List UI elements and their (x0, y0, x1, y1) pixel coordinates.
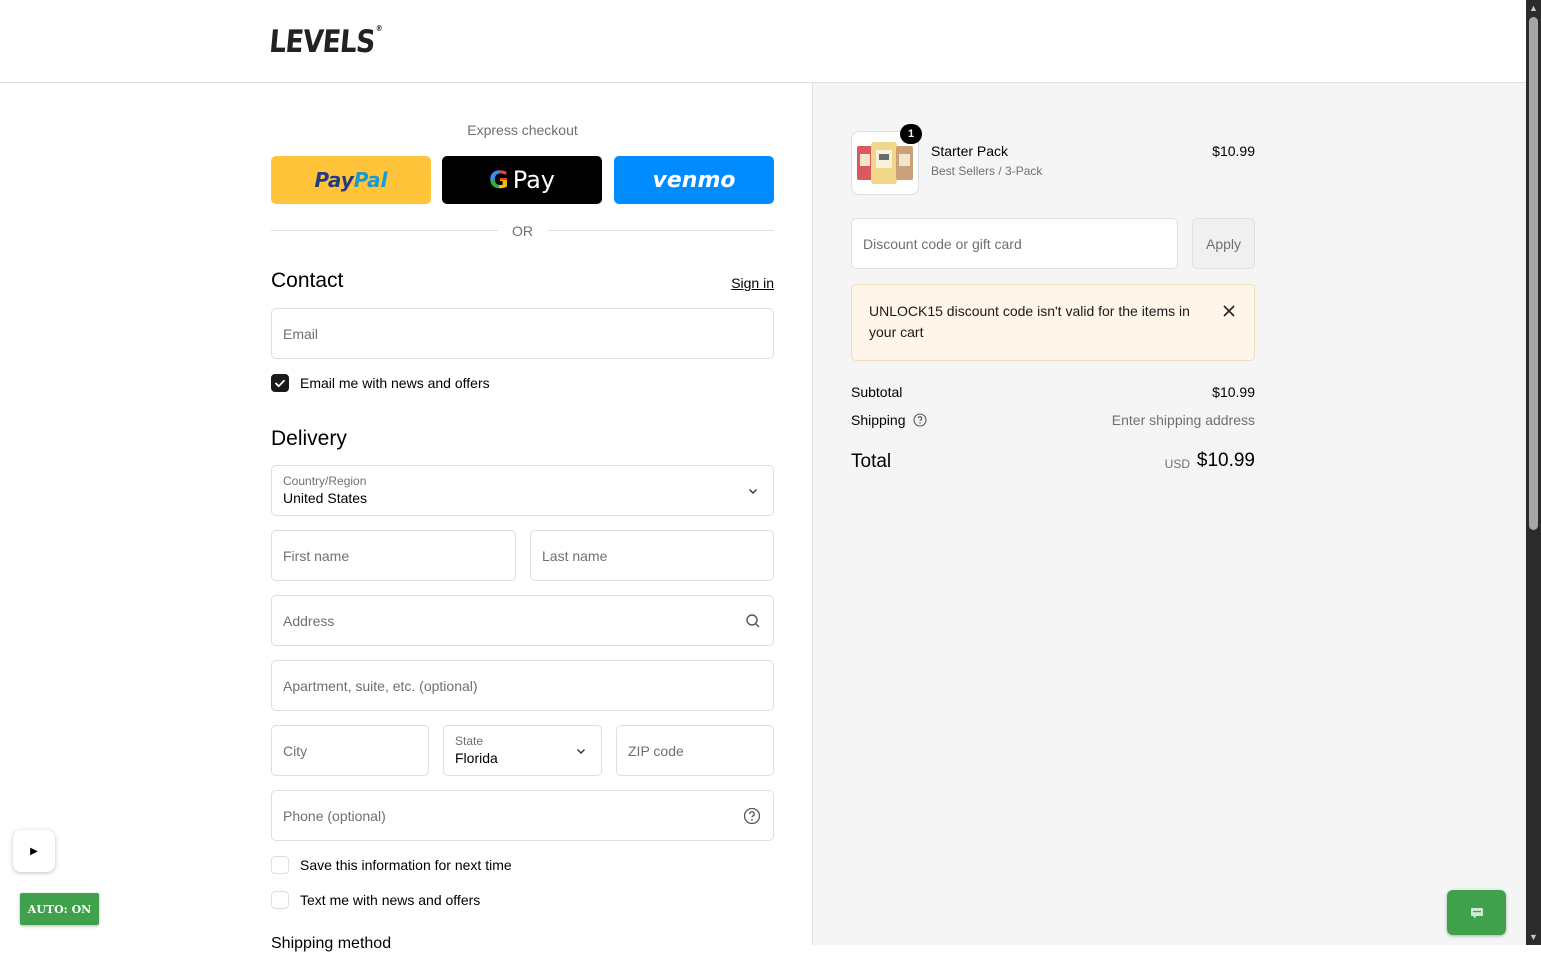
city-placeholder: City (283, 742, 308, 759)
last-name-placeholder: Last name (542, 547, 608, 564)
product-variant: Best Sellers / 3-Pack (931, 164, 1043, 178)
order-summary-pane (812, 83, 1527, 945)
contact-heading: Contact (271, 269, 344, 292)
address-placeholder: Address (283, 612, 335, 629)
city-field[interactable]: City (271, 725, 429, 776)
notice-text: UNLOCK15 discount code isn't valid for t… (869, 303, 1190, 340)
chevron-down-icon (749, 488, 757, 494)
phone-placeholder: Phone (optional) (283, 807, 386, 824)
express-checkout-label: Express checkout (467, 122, 578, 138)
page-scrollbar[interactable]: ▲ ▼ (1526, 0, 1541, 945)
email-news-label: Email me with news and offers (300, 375, 490, 391)
apartment-placeholder: Apartment, suite, etc. (optional) (283, 677, 478, 694)
google-pay-button[interactable]: G Pay (442, 156, 602, 204)
country-label: Country/Region (283, 474, 367, 488)
subtotal-label: Subtotal (851, 384, 903, 400)
chat-button[interactable] (1447, 890, 1506, 935)
email-placeholder: Email (283, 325, 319, 342)
shipping-value: Enter shipping address (1111, 412, 1255, 428)
address-field[interactable]: Address (271, 595, 774, 646)
paypal-logo: PayPal (314, 168, 388, 192)
state-label: State (455, 734, 484, 748)
apartment-field[interactable]: Apartment, suite, etc. (optional) (271, 660, 774, 711)
delivery-heading: Delivery (271, 427, 347, 450)
product-title: Starter Pack (931, 143, 1009, 159)
total-currency: USD (1164, 457, 1190, 471)
quantity-badge: 1 (900, 124, 922, 144)
close-icon[interactable] (1222, 304, 1236, 318)
phone-field[interactable]: Phone (optional) (271, 790, 774, 841)
first-name-placeholder: First name (283, 547, 350, 564)
scrollbar-thumb[interactable] (1529, 17, 1538, 530)
state-value: Florida (455, 750, 498, 766)
text-news-label: Text me with news and offers (300, 892, 481, 908)
country-select[interactable]: Country/Region United States (271, 465, 774, 516)
shipping-label-row: Shipping (851, 412, 927, 428)
email-news-checkbox[interactable] (271, 374, 289, 392)
levels-logo[interactable]: LEVELS® (268, 24, 382, 60)
total-label: Total (851, 451, 892, 472)
divider-left (271, 230, 498, 231)
last-name-field[interactable]: Last name (530, 530, 774, 581)
total-value: $10.99 (1196, 450, 1255, 471)
auto-toggle-button[interactable]: AUTO: ON (20, 893, 99, 925)
paypal-button[interactable]: PayPal (271, 156, 431, 204)
shipping-label: Shipping (851, 412, 906, 428)
scroll-up-icon[interactable]: ▲ (1528, 2, 1539, 14)
email-field[interactable]: Email (271, 308, 774, 359)
zip-field[interactable]: ZIP code (616, 725, 774, 776)
product-price: $10.99 (1212, 143, 1255, 159)
play-button[interactable]: ▶ (13, 830, 55, 872)
first-name-field[interactable]: First name (271, 530, 516, 581)
google-pay-logo: G Pay (488, 166, 555, 194)
venmo-button[interactable]: venmo (614, 156, 774, 204)
venmo-logo: venmo (652, 167, 736, 193)
discount-error-notice: UNLOCK15 discount code isn't valid for t… (851, 284, 1255, 361)
help-icon[interactable] (913, 413, 927, 427)
header: LEVELS® (0, 0, 1526, 83)
help-icon[interactable] (743, 807, 761, 825)
discount-placeholder: Discount code or gift card (863, 235, 1022, 252)
scroll-down-icon[interactable]: ▼ (1528, 931, 1539, 943)
country-value: United States (283, 490, 368, 506)
shipping-method-heading: Shipping method (271, 935, 392, 952)
chevron-down-icon (577, 748, 585, 754)
checkmark-icon (275, 379, 285, 388)
or-divider-text: OR (512, 223, 533, 239)
discount-code-field[interactable]: Discount code or gift card (851, 218, 1178, 269)
text-news-checkbox[interactable] (271, 891, 289, 909)
apply-discount-button[interactable]: Apply (1192, 218, 1255, 269)
save-info-label: Save this information for next time (300, 857, 512, 873)
search-icon (746, 613, 760, 627)
chat-icon (1470, 907, 1483, 918)
save-info-checkbox[interactable] (271, 856, 289, 874)
divider-right (548, 230, 774, 231)
state-select[interactable]: State Florida (443, 725, 602, 776)
subtotal-value: $10.99 (1212, 384, 1255, 400)
sign-in-link[interactable]: Sign in (700, 275, 774, 291)
zip-placeholder: ZIP code (628, 742, 684, 759)
